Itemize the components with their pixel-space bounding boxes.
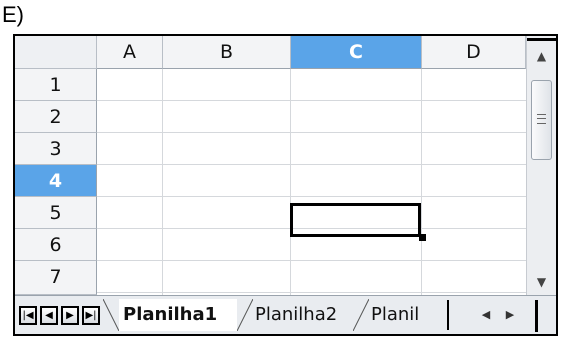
row-header-7[interactable]: 7	[15, 261, 97, 295]
scroll-right-arrow-icon[interactable]: ▶	[501, 304, 519, 326]
column-header-a[interactable]: A	[97, 36, 163, 69]
select-all-corner[interactable]	[15, 36, 97, 69]
previous-sheet-button[interactable]: ◀	[40, 306, 58, 325]
tab-edge-icon	[103, 299, 119, 331]
row-header-5[interactable]: 5	[15, 197, 97, 229]
selected-cell-c4[interactable]	[290, 203, 421, 237]
grid-line	[97, 292, 526, 293]
next-sheet-button[interactable]: ▶	[61, 306, 79, 325]
grip-icon	[537, 114, 546, 124]
horizontal-scrollbar[interactable]: ◀ ▶	[447, 296, 543, 334]
spreadsheet-window: A B C D 1 2 3 4 5 6 7 ▲ ▼ |◀ ◀ ▶ ▶| Plan…	[13, 34, 558, 336]
grid-line	[97, 164, 526, 165]
column-header-c[interactable]: C	[291, 36, 422, 69]
sheet-tab-bar: |◀ ◀ ▶ ▶| Planilha1 Planilha2 Planil ◀ ▶	[15, 295, 556, 334]
grid-line	[97, 100, 526, 101]
grid-line	[421, 69, 422, 295]
scroll-down-arrow-icon[interactable]: ▼	[527, 270, 556, 294]
sheet-tab-planilha3[interactable]: Planil	[367, 299, 445, 331]
fill-handle[interactable]	[419, 234, 426, 241]
grid-line	[97, 132, 526, 133]
scroll-up-arrow-icon[interactable]: ▲	[527, 44, 556, 68]
column-header-b[interactable]: B	[163, 36, 291, 69]
first-sheet-button[interactable]: |◀	[19, 306, 37, 325]
column-header-d[interactable]: D	[422, 36, 526, 69]
vertical-scroll-thumb[interactable]	[531, 80, 552, 160]
scrollbar-divider[interactable]	[447, 300, 449, 330]
grid-line	[97, 196, 526, 197]
scroll-left-arrow-icon[interactable]: ◀	[477, 304, 495, 326]
option-label: E)	[2, 2, 24, 27]
sheet-tab-planilha2[interactable]: Planilha2	[251, 299, 353, 331]
sheet-tab-planilha1[interactable]: Planilha1	[119, 299, 237, 331]
scrollbar-top-edge	[527, 38, 556, 41]
row-header-1[interactable]: 1	[15, 69, 97, 101]
row-header-2[interactable]: 2	[15, 101, 97, 133]
row-header-4[interactable]: 4	[15, 165, 97, 197]
last-sheet-button[interactable]: ▶|	[82, 306, 100, 325]
grid-line	[162, 69, 163, 295]
row-header-6[interactable]: 6	[15, 229, 97, 261]
vertical-scrollbar[interactable]: ▲ ▼	[526, 36, 556, 295]
scrollbar-end	[535, 300, 538, 332]
grid-line	[97, 260, 526, 261]
cell-grid[interactable]	[97, 69, 526, 295]
grid-line	[290, 69, 291, 295]
row-header-3[interactable]: 3	[15, 133, 97, 165]
